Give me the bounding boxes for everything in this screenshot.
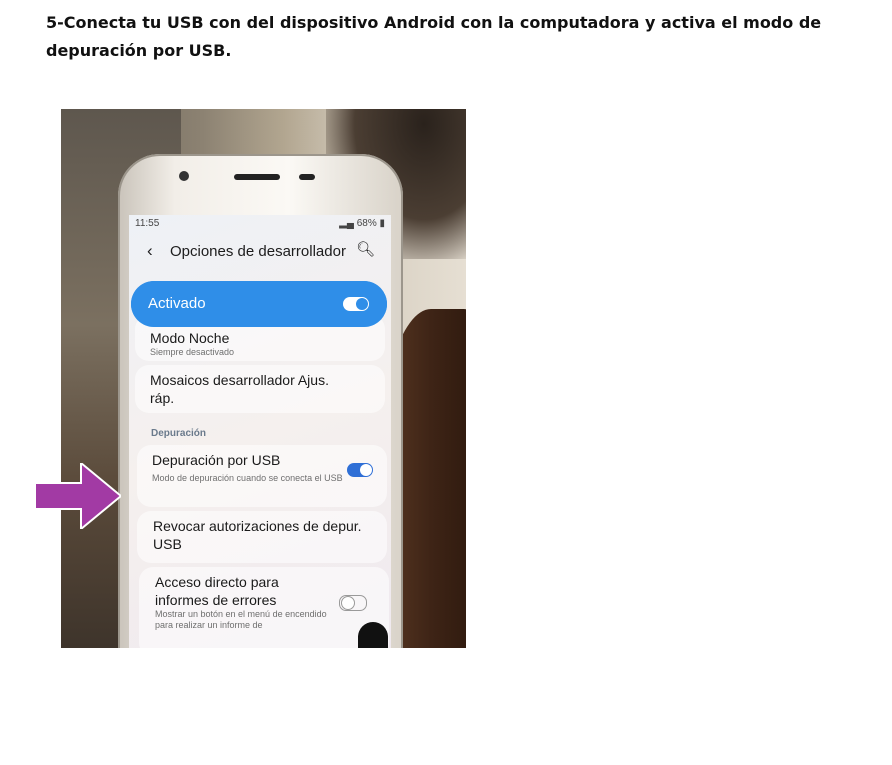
usb-debugging-subtitle: Modo de depuración cuando se conecta el … [152, 473, 343, 483]
bug-report-subtitle: Mostrar un botón en el menú de encendido… [155, 609, 327, 630]
fingertip [358, 622, 388, 648]
phone-screen: 11:55 ▂▄ 68% ▮ ‹ Opciones de desarrollad… [129, 215, 391, 648]
bug-report-shortcut-item[interactable]: Acceso directo para informes de errores … [139, 567, 389, 648]
list-item[interactable]: Mosaicos desarrollador Ajus. ráp. [135, 365, 385, 413]
search-icon[interactable]: 🔍︎ [356, 240, 375, 258]
status-bar: 11:55 ▂▄ 68% ▮ [135, 218, 385, 232]
bug-report-title: Acceso directo para informes de errores [155, 574, 279, 608]
camera-icon [179, 171, 189, 181]
signal-icon: ▂▄ [339, 218, 357, 229]
bug-report-toggle[interactable] [339, 595, 367, 611]
revoke-title: Revocar autorizaciones de depur. USB [153, 518, 362, 552]
section-label-debugging: Depuración [151, 428, 207, 439]
back-arrow-icon[interactable]: ‹ [147, 241, 153, 261]
status-battery: ▂▄ 68% ▮ [339, 218, 385, 229]
sensor [299, 174, 315, 180]
step-heading: 5-Conecta tu USB con del dispositivo And… [46, 13, 822, 60]
item-title-night-mode: Modo Noche [150, 330, 230, 346]
usb-debugging-toggle[interactable] [347, 463, 373, 477]
battery-icon: ▮ [376, 218, 385, 229]
pointer-arrow-icon [35, 463, 121, 529]
item-title-qs-tiles: Mosaicos desarrollador Ajus. ráp. [150, 372, 329, 406]
usb-debugging-item[interactable]: Depuración por USB Modo de depuración cu… [137, 445, 387, 507]
status-time: 11:55 [135, 218, 160, 229]
item-subtitle-night-mode: Siempre desactivado [150, 347, 235, 357]
developer-options-master-switch-overlay: Activado [131, 281, 387, 327]
phone-photo: 11:55 ▂▄ 68% ▮ ‹ Opciones de desarrollad… [61, 109, 466, 648]
app-title: Opciones de desarrollador [170, 243, 346, 260]
revoke-authorizations-item[interactable]: Revocar autorizaciones de depur. USB [137, 511, 387, 563]
app-bar: ‹ Opciones de desarrollador 🔍︎ [129, 239, 391, 267]
usb-debugging-title: Depuración por USB [152, 452, 281, 468]
speaker-grille [234, 174, 280, 180]
